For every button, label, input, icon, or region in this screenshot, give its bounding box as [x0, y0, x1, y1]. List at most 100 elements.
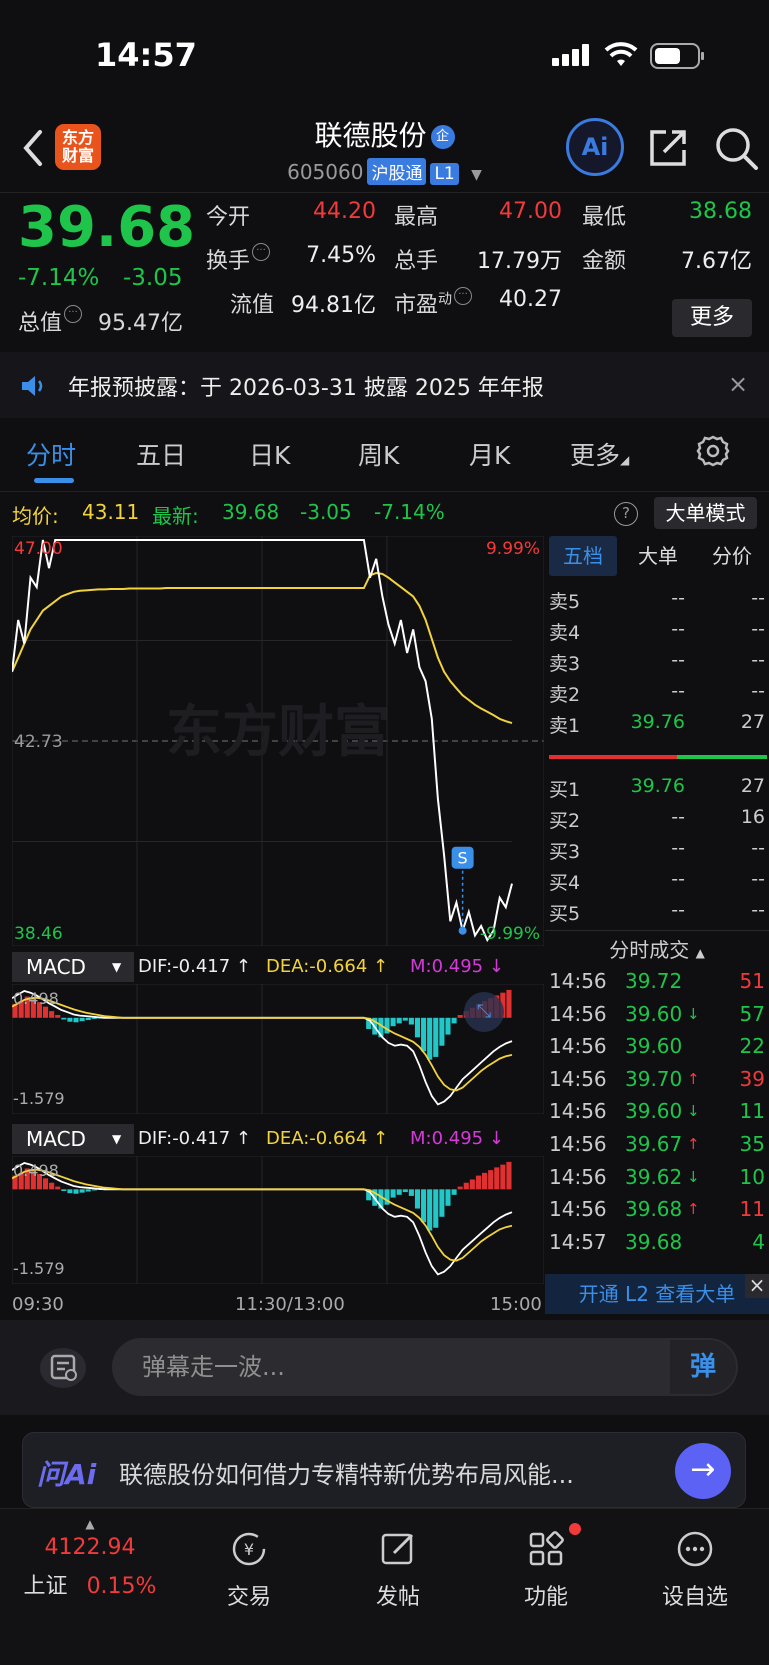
change-amount: -3.05	[123, 265, 183, 291]
macd-bar	[457, 1015, 463, 1018]
float-cap-value: 94.81亿	[291, 293, 376, 318]
macd-bar	[49, 1011, 55, 1018]
macd-bar	[390, 1017, 396, 1027]
macd-selector[interactable]: MACD ▼	[12, 1124, 134, 1154]
level-label: 卖4	[549, 622, 581, 644]
help-icon[interactable]: ?	[614, 502, 638, 526]
trades-title[interactable]: 分时成交 ▲	[545, 934, 769, 963]
macd-chart: 0.498 -1.579	[12, 1156, 544, 1284]
l2-banner-text: 开通 L2 查看大单	[578, 1282, 736, 1306]
expand-icon[interactable]: ⤡	[464, 992, 504, 1032]
volume-value: 17.79万	[477, 249, 562, 274]
macd-selector[interactable]: MACD ▼	[12, 952, 134, 982]
macd-bar	[475, 1175, 482, 1190]
trade-direction: ↓	[687, 1004, 700, 1023]
trade-time: 14:56	[549, 1197, 607, 1222]
macd-bottom-label: -1.579	[13, 1089, 65, 1108]
trade-direction: ↓	[687, 1102, 700, 1121]
price-summary-line: 均价: 43.11 最新: 39.68 -3.05 -7.14% ? 大单模式	[0, 494, 769, 534]
caret-icon: ▼	[112, 960, 122, 974]
macd-bar	[439, 1189, 445, 1217]
level-volume: 16	[740, 806, 765, 828]
ask-ai-bar[interactable]: 问Ai 联德股份如何借力专精特新优势布局风能... →	[22, 1432, 746, 1508]
level-price: 39.76	[630, 711, 685, 733]
caret-up-icon: ▲	[85, 1517, 95, 1531]
tab-big-order[interactable]: 大单	[623, 536, 693, 576]
macd-bar	[55, 1015, 61, 1018]
macd-bar	[67, 1017, 73, 1022]
ai-button[interactable]: Ai	[566, 118, 624, 176]
macd-panel-1[interactable]: MACD ▼ DIF:-0.417 ↑ DEA:-0.664 ↑ M:0.495 …	[12, 948, 544, 1116]
l2-close-icon[interactable]: ×	[745, 1274, 769, 1298]
announcement-bar[interactable]: 年报预披露：于 2026-03-31 披露 2025 年年报 ×	[0, 352, 769, 418]
x-tick-close: 15:00	[490, 1294, 542, 1315]
macd-bar	[408, 1189, 414, 1196]
trade-volume: 51	[739, 969, 765, 993]
more-button[interactable]: 更多	[672, 299, 752, 337]
tab-daily-k[interactable]: 日K	[249, 436, 290, 472]
intraday-chart[interactable]: 东方财富 S 47.00 9.99% 42.73 38.46 -9.99%	[12, 536, 544, 946]
level-volume: 27	[740, 775, 765, 797]
bottom-nav: ▲ 4122.94 上证 0.15% ¥ 交易 发帖 功能 设自选	[0, 1508, 769, 1665]
index-name: 上证	[23, 1574, 68, 1599]
share-icon[interactable]	[646, 126, 690, 170]
trade-row: 14:56 39.62 ↓ 10	[545, 1162, 769, 1196]
announcement-text: 年报预披露：于 2026-03-31 披露 2025 年年报	[68, 376, 544, 401]
trade-price: 39.62	[625, 1164, 683, 1189]
sell-level-row: 卖3 -- --	[545, 646, 769, 678]
danmaku-input[interactable]: 弹幕走一波...	[112, 1338, 738, 1396]
signal-marker[interactable]: S	[451, 846, 474, 869]
l2-upgrade-banner[interactable]: 开通 L2 查看大单	[545, 1274, 769, 1314]
dropdown-caret-icon: ▼	[471, 167, 482, 183]
low-label: 最低	[582, 205, 627, 230]
tab-price-dist[interactable]: 分价	[697, 536, 767, 576]
trade-price: 39.68	[625, 1229, 683, 1254]
macd-bar	[91, 1189, 97, 1191]
active-tab-indicator	[34, 478, 74, 483]
announcement-close-icon[interactable]: ×	[728, 370, 748, 398]
level-volume: --	[751, 680, 765, 702]
nav-watchlist[interactable]: 设自选	[640, 1529, 750, 1611]
tab-five-level[interactable]: 五档	[549, 536, 617, 576]
search-icon[interactable]	[712, 124, 760, 172]
tab-intraday[interactable]: 分时	[26, 436, 76, 472]
macd-m: M:0.495 ↓	[410, 956, 504, 977]
big-order-mode-button[interactable]: 大单模式	[654, 497, 757, 529]
gear-icon[interactable]	[696, 434, 730, 468]
sell-level-row: 卖1 39.76 27	[545, 708, 769, 740]
caret-icon: ▼	[112, 1132, 122, 1146]
tab-monthly-k[interactable]: 月K	[469, 436, 510, 472]
macd-bar	[85, 1017, 91, 1021]
index-value: 4122.94	[44, 1535, 136, 1560]
tab-more[interactable]: 更多◢	[570, 436, 629, 472]
macd-bar	[79, 1017, 85, 1022]
macd-panel-2[interactable]: MACD ▼ DIF:-0.417 ↑ DEA:-0.664 ↑ M:0.495 …	[12, 1120, 544, 1286]
info-icon: ···	[252, 243, 271, 261]
signal-dot	[458, 926, 467, 935]
macd-bar	[439, 1017, 445, 1046]
macd-bar	[414, 1017, 421, 1038]
nav-features[interactable]: 功能	[491, 1523, 601, 1611]
tab-weekly-k[interactable]: 周K	[358, 436, 399, 472]
trade-direction: ↑	[687, 1200, 700, 1219]
tab-five-day[interactable]: 五日	[136, 436, 186, 472]
nav-index[interactable]: ▲ 4122.94 上证 0.15%	[20, 1517, 160, 1600]
buy-level-row: 买4 -- --	[545, 865, 769, 897]
danmaku-send-button[interactable]: 弹	[670, 1340, 736, 1394]
index-pct: 0.15%	[86, 1574, 157, 1599]
trade-icon: ¥	[232, 1532, 266, 1566]
arrow-right-icon[interactable]: →	[675, 1443, 731, 1499]
macd-bar	[73, 1189, 79, 1194]
trade-row: 14:56 39.72 51	[545, 966, 769, 1000]
trade-time: 14:56	[549, 969, 607, 993]
macd-dea: DEA:-0.664 ↑	[266, 956, 389, 977]
x-tick-midday: 11:30/13:00	[235, 1294, 345, 1315]
nav-trade[interactable]: ¥ 交易	[194, 1529, 304, 1611]
level-volume: --	[751, 618, 765, 640]
open-label: 今开	[206, 205, 251, 230]
info-icon: ···	[64, 305, 83, 323]
status-bar: 14:57	[0, 0, 769, 110]
nav-post[interactable]: 发帖	[343, 1529, 453, 1611]
latest-label: 最新:	[152, 504, 199, 528]
danmaku-settings-icon[interactable]	[40, 1348, 86, 1388]
